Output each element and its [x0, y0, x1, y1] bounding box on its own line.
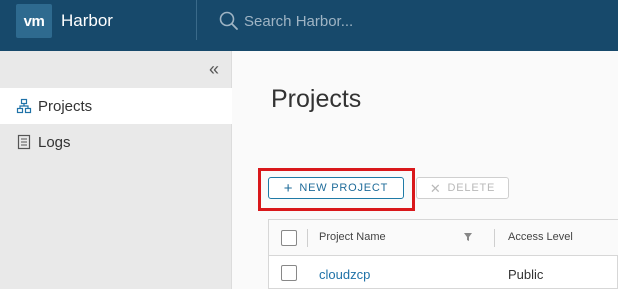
new-project-label: NEW PROJECT	[299, 182, 389, 194]
header-divider	[196, 0, 197, 40]
projects-icon	[16, 98, 32, 114]
close-icon: ✕	[429, 180, 442, 196]
app-header: vm Harbor Search Harbor...	[0, 0, 618, 51]
sidebar: « Projects Logs	[0, 51, 232, 289]
sidebar-item-label: Projects	[38, 97, 93, 115]
projects-table: Project Name Access Level cloudzcp Publi…	[268, 219, 618, 289]
column-divider[interactable]	[494, 229, 495, 247]
search-box[interactable]: Search Harbor...	[219, 9, 419, 33]
project-name-link[interactable]: cloudzcp	[319, 267, 370, 282]
sidebar-item-logs[interactable]: Logs	[0, 124, 232, 160]
table-header: Project Name Access Level	[269, 220, 618, 256]
main-content: Projects + NEW PROJECT ✕ DELETE Project …	[233, 51, 618, 289]
column-divider	[307, 229, 308, 247]
page-title: Projects	[271, 85, 362, 113]
access-level-cell: Public	[508, 267, 544, 282]
column-header-project-name[interactable]: Project Name	[319, 231, 386, 243]
delete-label: DELETE	[447, 182, 496, 194]
table-row: cloudzcp Public	[269, 257, 618, 289]
delete-button[interactable]: ✕ DELETE	[416, 177, 509, 199]
sidebar-item-projects[interactable]: Projects	[0, 88, 232, 124]
new-project-button[interactable]: + NEW PROJECT	[268, 177, 404, 199]
select-all-checkbox[interactable]	[281, 230, 297, 246]
vmware-logo[interactable]: vm	[16, 4, 52, 38]
sidebar-item-label: Logs	[38, 133, 71, 151]
search-input[interactable]: Search Harbor...	[244, 13, 353, 30]
column-header-access-level[interactable]: Access Level	[508, 231, 573, 243]
app-title[interactable]: Harbor	[61, 11, 113, 31]
filter-icon[interactable]	[463, 232, 473, 242]
logs-icon	[16, 134, 32, 150]
collapse-sidebar-icon[interactable]: «	[205, 60, 223, 78]
search-icon	[219, 11, 238, 30]
row-checkbox[interactable]	[281, 265, 297, 281]
plus-icon: +	[283, 179, 294, 197]
